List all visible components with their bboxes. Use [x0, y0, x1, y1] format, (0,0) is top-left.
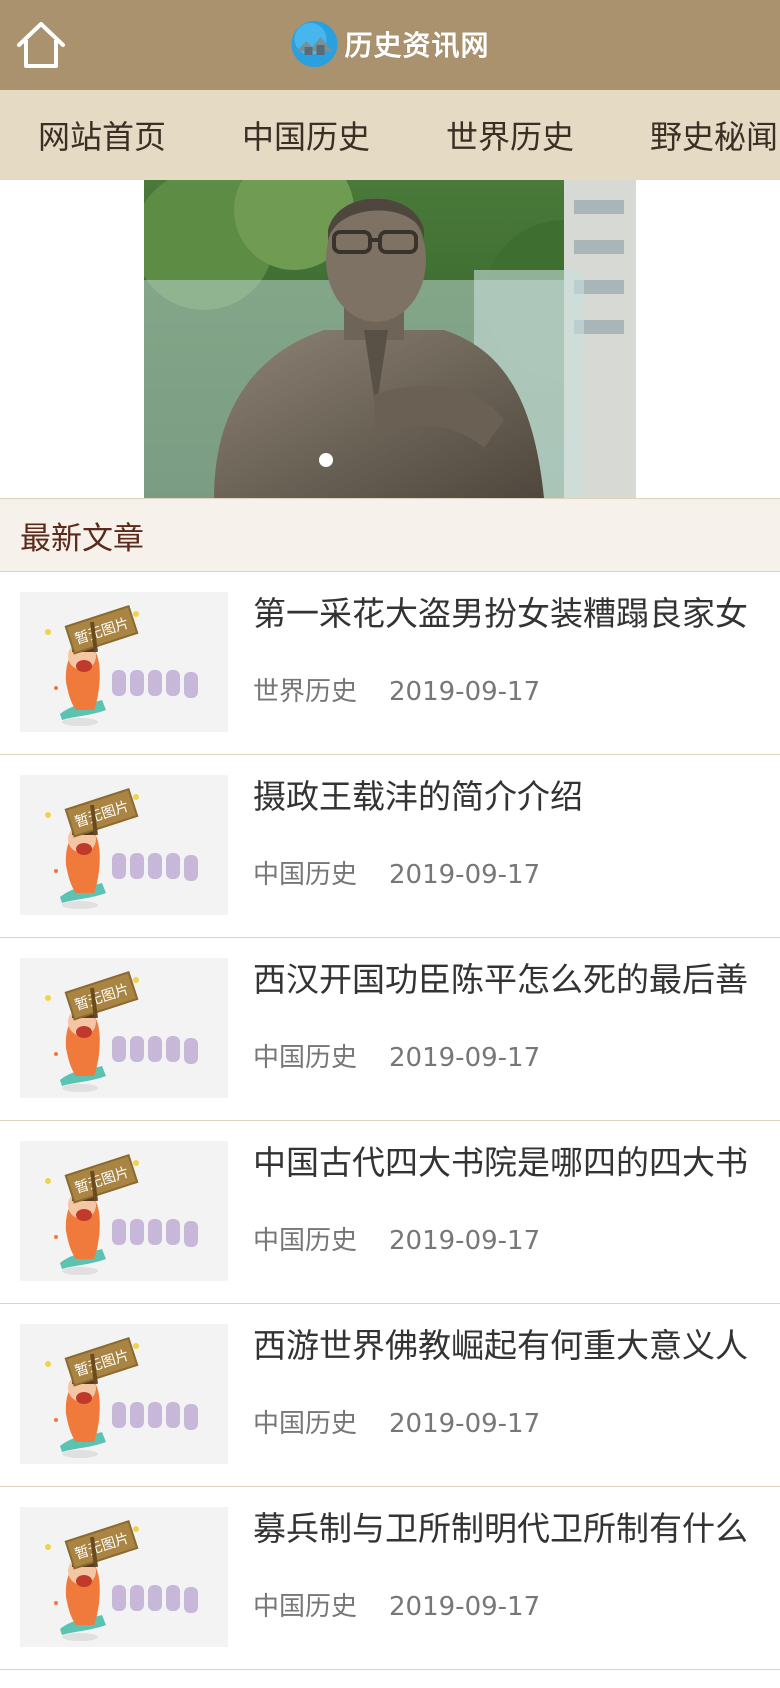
- article-category[interactable]: 中国历史: [253, 1409, 357, 1439]
- article-meta: 中国历史 2019-09-17: [253, 855, 540, 895]
- article-date: 2019-09-17: [389, 677, 541, 707]
- home-icon: [17, 22, 65, 68]
- article-meta: 中国历史 2019-09-17: [253, 1587, 540, 1627]
- article-title[interactable]: 西游世界佛教崛起有何重大意义人: [253, 1318, 763, 1374]
- banner-image[interactable]: [144, 180, 636, 498]
- article-title[interactable]: 中国古代四大书院是哪四的四大书: [253, 1135, 763, 1191]
- article-title[interactable]: 西汉开国功臣陈平怎么死的最后善: [253, 952, 763, 1008]
- article-item[interactable]: 暂无图片 西游世界佛教崛起有何重大意义人 中国历史 2019-09-17: [0, 1304, 780, 1487]
- section-title: 最新文章: [20, 520, 144, 557]
- article-date: 2019-09-17: [389, 1409, 541, 1439]
- article-category[interactable]: 中国历史: [253, 1226, 357, 1256]
- article-date: 2019-09-17: [389, 1043, 541, 1073]
- article-title[interactable]: 募兵制与卫所制明代卫所制有什么: [253, 1501, 763, 1557]
- article-item[interactable]: 暂无图片 中国古代四大书院是哪四的四大书 中国历史 2019-09-17: [0, 1121, 780, 1304]
- article-meta: 中国历史 2019-09-17: [253, 1038, 540, 1078]
- home-button[interactable]: [14, 18, 68, 72]
- article-thumbnail[interactable]: 暂无图片: [20, 1141, 228, 1281]
- no-image-placeholder-icon: 暂无图片: [20, 1507, 228, 1647]
- carousel-dot-1[interactable]: [319, 453, 333, 467]
- site-name: 历史资讯网: [344, 29, 490, 62]
- nav-item-china-history[interactable]: 中国历史: [204, 112, 408, 158]
- article-category[interactable]: 世界历史: [253, 677, 357, 707]
- top-header: 历史资讯网: [0, 0, 780, 90]
- article-category[interactable]: 中国历史: [253, 860, 357, 890]
- article-item[interactable]: 暂无图片 西汉开国功臣陈平怎么死的最后善 中国历史 2019-09-17: [0, 938, 780, 1121]
- no-image-placeholder-icon: 暂无图片: [20, 1324, 228, 1464]
- article-item[interactable]: 暂无图片 募兵制与卫所制明代卫所制有什么 中国历史 2019-09-17: [0, 1487, 780, 1670]
- article-thumbnail[interactable]: 暂无图片: [20, 1507, 228, 1647]
- article-item[interactable]: 暂无图片 摄政王载沣的简介介绍 中国历史 2019-09-17: [0, 755, 780, 938]
- no-image-placeholder-icon: 暂无图片: [20, 775, 228, 915]
- article-thumbnail[interactable]: 暂无图片: [20, 592, 228, 732]
- article-meta: 中国历史 2019-09-17: [253, 1221, 540, 1261]
- article-meta: 世界历史 2019-09-17: [253, 672, 540, 712]
- article-thumbnail[interactable]: 暂无图片: [20, 958, 228, 1098]
- latest-articles-heading: 最新文章: [0, 498, 780, 572]
- no-image-placeholder-icon: 暂无图片: [20, 958, 228, 1098]
- article-item[interactable]: 暂无图片 第一采花大盗男扮女装糟蹋良家女 世界历史 2019-09-17: [0, 572, 780, 755]
- article-category[interactable]: 中国历史: [253, 1043, 357, 1073]
- article-thumbnail[interactable]: 暂无图片: [20, 1324, 228, 1464]
- nav-item-world-history[interactable]: 世界历史: [408, 112, 612, 158]
- article-title[interactable]: 摄政王载沣的简介介绍: [253, 769, 763, 825]
- globe-house-icon: [291, 21, 338, 67]
- article-list: 暂无图片 第一采花大盗男扮女装糟蹋良家女 世界历史 2019-09-17 暂无图…: [0, 572, 780, 1670]
- no-image-placeholder-icon: 暂无图片: [20, 592, 228, 732]
- article-date: 2019-09-17: [389, 1226, 541, 1256]
- article-date: 2019-09-17: [389, 1592, 541, 1622]
- article-category[interactable]: 中国历史: [253, 1592, 357, 1622]
- main-nav: 网站首页 中国历史 世界历史 野史秘闻: [0, 90, 780, 180]
- site-logo[interactable]: 历史资讯网: [290, 17, 489, 71]
- article-title[interactable]: 第一采花大盗男扮女装糟蹋良家女: [253, 586, 763, 642]
- article-date: 2019-09-17: [389, 860, 541, 890]
- no-image-placeholder-icon: 暂无图片: [20, 1141, 228, 1281]
- banner-carousel[interactable]: [0, 180, 780, 498]
- article-thumbnail[interactable]: 暂无图片: [20, 775, 228, 915]
- article-meta: 中国历史 2019-09-17: [253, 1404, 540, 1444]
- nav-item-unofficial-history[interactable]: 野史秘闻: [612, 112, 780, 158]
- nav-item-home[interactable]: 网站首页: [0, 112, 204, 158]
